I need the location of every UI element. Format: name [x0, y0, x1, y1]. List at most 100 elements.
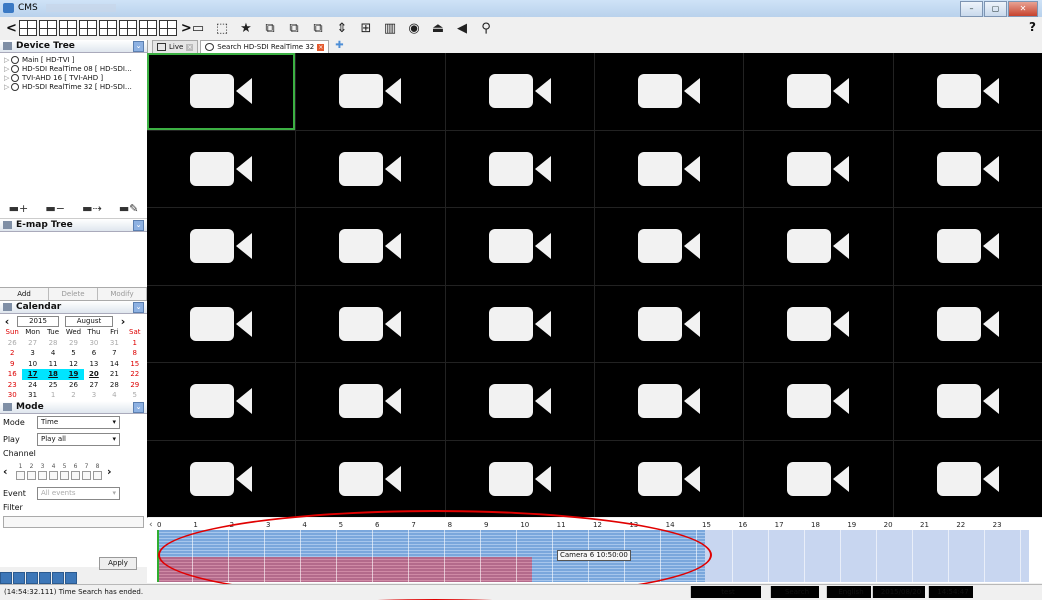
video-cell[interactable]	[893, 285, 1042, 362]
play-icon[interactable]	[52, 572, 64, 584]
fullscreen-icon[interactable]: ⬚	[213, 20, 231, 36]
calendar-day[interactable]: 3	[84, 390, 104, 401]
video-cell[interactable]	[744, 53, 893, 130]
maximize-button[interactable]: ▢	[984, 1, 1007, 17]
calendar-day[interactable]: 5	[125, 390, 145, 401]
calendar-day[interactable]: 14	[104, 359, 124, 370]
video-cell[interactable]	[893, 363, 1042, 440]
event-select[interactable]: All events	[37, 486, 120, 500]
video-cell[interactable]	[594, 285, 744, 362]
video-cell[interactable]	[296, 440, 445, 517]
split-prev-button[interactable]: <	[6, 21, 17, 36]
calendar-day[interactable]: 3	[22, 348, 42, 359]
tree-item[interactable]: ▷ Main [ HD-TVI ]	[4, 55, 147, 64]
video-cell[interactable]	[296, 130, 445, 207]
channel-prev-button[interactable]: ‹	[3, 465, 15, 478]
video-cell[interactable]	[893, 53, 1042, 130]
month-field[interactable]: August	[65, 315, 113, 327]
split-36-button[interactable]	[118, 20, 137, 36]
add-tab-icon[interactable]: ✚	[335, 40, 343, 53]
tab-live-close-icon[interactable]: ×	[186, 43, 194, 51]
channel-checkbox[interactable]: 4	[48, 463, 59, 480]
video-cell[interactable]	[147, 53, 296, 130]
calendar-day[interactable]: 30	[2, 390, 22, 401]
filter-input[interactable]	[3, 515, 144, 528]
mode-select[interactable]: Time	[37, 415, 120, 429]
calendar-day[interactable]: 1	[43, 390, 63, 401]
remove-device-icon[interactable]: ▬−	[45, 202, 65, 215]
split-1-button[interactable]	[18, 20, 37, 36]
year-field[interactable]: 2015	[17, 315, 59, 327]
video-cell[interactable]	[147, 285, 296, 362]
calendar-day[interactable]: 26	[2, 338, 22, 349]
connect-device-icon[interactable]: ▬⇢	[82, 202, 102, 215]
calendar-day[interactable]: 27	[84, 380, 104, 391]
calendar-day[interactable]: 24	[22, 380, 42, 391]
channel-checkbox[interactable]: 8	[92, 463, 103, 480]
device-tree-collapse-button[interactable]: ⌄	[133, 41, 144, 52]
calendar-day[interactable]: 9	[2, 359, 22, 370]
video-cell[interactable]	[744, 363, 893, 440]
calendar-day[interactable]: 11	[43, 359, 63, 370]
calendar-day[interactable]: 29	[63, 338, 83, 349]
favorite-star-icon[interactable]: ★	[237, 20, 255, 36]
video-cell[interactable]	[445, 285, 594, 362]
calendar-day[interactable]: 10	[22, 359, 42, 370]
apply-button[interactable]: Apply	[99, 557, 137, 570]
video-cell[interactable]	[594, 440, 744, 517]
video-cell[interactable]	[594, 53, 744, 130]
calendar-day[interactable]: 4	[104, 390, 124, 401]
microphone-icon[interactable]: ⚲	[477, 20, 495, 36]
close-button[interactable]: ✕	[1008, 1, 1038, 17]
list-icon[interactable]	[39, 572, 51, 584]
emap-delete-button[interactable]: Delete	[49, 288, 98, 300]
calendar-day[interactable]: 2	[2, 348, 22, 359]
calendar-day[interactable]: 27	[22, 338, 42, 349]
calendar-day[interactable]: 25	[43, 380, 63, 391]
calendar-day[interactable]: 21	[104, 369, 124, 380]
sequence-prev-icon[interactable]: ⧉	[285, 20, 303, 36]
calendar-day[interactable]: 29	[125, 380, 145, 391]
add-device-icon[interactable]: ▬+	[9, 202, 29, 215]
calendar-day[interactable]: 20	[84, 369, 104, 380]
split-16-button[interactable]	[78, 20, 97, 36]
calendar-day[interactable]: 15	[125, 359, 145, 370]
calendar-day[interactable]: 28	[104, 380, 124, 391]
tab-live[interactable]: Live ×	[152, 40, 199, 53]
prev-month-button[interactable]: ‹	[0, 315, 14, 328]
map-icon[interactable]	[26, 572, 38, 584]
calendar-day[interactable]: 13	[84, 359, 104, 370]
split-25-button[interactable]	[98, 20, 117, 36]
grid-settings-icon[interactable]: ⊞	[357, 20, 375, 36]
help-button[interactable]: ?	[1029, 20, 1036, 34]
video-cell[interactable]	[744, 440, 893, 517]
calendar-day[interactable]: 5	[63, 348, 83, 359]
info-icon[interactable]	[13, 572, 25, 584]
video-cell[interactable]	[296, 363, 445, 440]
calendar-day[interactable]: 31	[104, 338, 124, 349]
video-cell[interactable]	[594, 208, 744, 285]
record-icon[interactable]: ◉	[405, 20, 423, 36]
calendar-day[interactable]: 6	[84, 348, 104, 359]
video-cell[interactable]	[594, 363, 744, 440]
calendar-day[interactable]: 19	[63, 369, 84, 380]
split-64-button[interactable]	[158, 20, 177, 36]
tree-item[interactable]: ▷ HD-SDI RealTime 08 [ HD-SDI…	[4, 64, 147, 73]
channel-next-button[interactable]: ›	[107, 465, 119, 478]
calendar-day[interactable]: 31	[22, 390, 42, 401]
channel-checkbox[interactable]: 5	[59, 463, 70, 480]
split-9-button[interactable]	[58, 20, 77, 36]
calendar-day[interactable]: 7	[104, 348, 124, 359]
channel-checkbox[interactable]: 2	[26, 463, 37, 480]
calendar-day[interactable]: 8	[125, 348, 145, 359]
split-49-button[interactable]	[138, 20, 157, 36]
video-cell[interactable]	[445, 130, 594, 207]
video-cell[interactable]	[296, 208, 445, 285]
video-cell[interactable]	[147, 363, 296, 440]
video-cell[interactable]	[744, 130, 893, 207]
video-cell[interactable]	[893, 208, 1042, 285]
video-cell[interactable]	[893, 440, 1042, 517]
video-cell[interactable]	[445, 440, 594, 517]
emap-tree-collapse-button[interactable]: ⌄	[133, 220, 144, 231]
calendar-day[interactable]: 12	[63, 359, 83, 370]
